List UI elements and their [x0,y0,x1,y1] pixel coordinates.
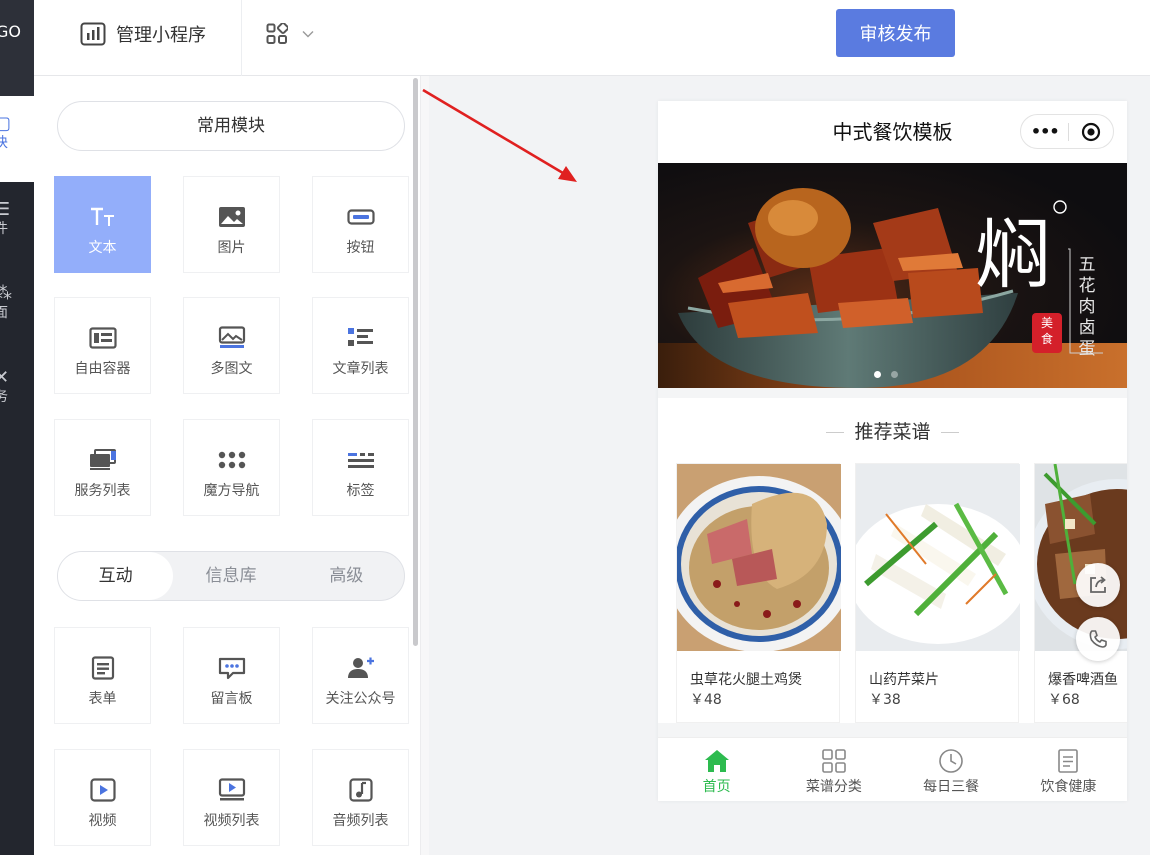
form-icon [91,656,114,680]
clock-icon [939,749,963,773]
recipe-price: ￥38 [869,692,901,708]
rail-item-page[interactable]: ⁂ 面 [0,284,34,322]
carousel-dots [874,371,898,378]
recipe-price: ￥48 [690,692,722,708]
recipe-card[interactable]: 山药芹菜片 ￥38 [855,463,1020,723]
recommended-recipes-title: 推荐菜谱 [658,417,1127,444]
component-icon: ☰ [0,199,11,220]
tabbar-item-daily-meals[interactable]: 每日三餐 [893,738,1010,801]
tab-interactive[interactable]: 互动 [58,552,174,600]
module-tile-video[interactable]: 视频 [54,749,151,846]
tab-advanced[interactable]: 高级 [289,552,404,600]
close-miniprogram-button[interactable] [1069,122,1113,142]
service-list-icon [89,449,116,470]
module-tile-video-list[interactable]: 视频列表 [183,749,280,846]
tabbar-item-home[interactable]: 首页 [658,738,775,801]
top-header: 管理小程序 审核发布 [34,0,1150,76]
record-icon [1082,122,1101,141]
document-icon [1058,749,1079,773]
banner-carousel[interactable]: 焖 五花肉卤蛋 美食 [658,163,1127,388]
audio-list-icon [348,778,373,802]
page-icon: ⁂ [0,284,34,304]
tabbar-item-healthy-diet[interactable]: 饮食健康 [1010,738,1127,801]
app-rail: GO ▢ 块 ☰ 件 ⁂ 面 ✕ 务 [0,0,34,855]
module-tile-form[interactable]: 表单 [54,627,151,724]
video-icon [89,778,116,802]
article-list-icon [347,328,373,346]
text-icon [90,207,114,226]
recipe-name: 爆香啤酒鱼 [1048,672,1118,688]
manage-label: 管理小程序 [116,25,206,46]
grid-icon [266,23,288,44]
module-category-tabs: 互动 信息库 高级 [57,551,405,601]
multi-image-icon [218,326,245,348]
logo: GO [0,0,34,96]
tab-info-library[interactable]: 信息库 [173,552,288,600]
chart-icon [80,22,106,46]
publish-button[interactable]: 审核发布 [836,9,955,57]
button-icon [346,209,375,225]
module-tile-button[interactable]: 按钮 [312,176,409,273]
tag-icon [347,453,374,468]
service-icon: ✕ [0,367,10,388]
recipe-card[interactable]: 虫草花火腿土鸡煲 ￥48 [676,463,841,723]
module-tile-container[interactable]: 自由容器 [54,297,151,394]
more-icon[interactable]: ••• [1021,122,1068,141]
rail-item-component[interactable]: ☰ 件 [0,200,34,238]
home-icon [704,750,729,772]
rail-item-service[interactable]: ✕ 务 [0,368,34,406]
module-tile-image[interactable]: 图片 [183,176,280,273]
recipe-name: 虫草花火腿土鸡煲 [690,672,802,688]
carousel-dot[interactable] [891,371,898,378]
module-tile-text[interactable]: 文本 [54,176,151,273]
message-board-icon [218,657,245,680]
module-panel: 常用模块 文本 图片 按钮 自由容器 多图文 文章列表 服务列表 魔方导航 标签… [34,76,420,855]
preview-tabbar: 首页 菜谱分类 每日三餐 饮食健康 [658,737,1127,801]
module-tile-article-list[interactable]: 文章列表 [312,297,409,394]
banner-stamp: 美食 [1040,316,1053,346]
banner-big-char: 焖 [975,210,1051,299]
banner-image: 焖 [658,163,1127,388]
recipe-price: ￥68 [1048,692,1080,708]
panel-scrollbar[interactable] [413,78,418,646]
header-divider [241,0,242,76]
chevron-down-icon [302,31,314,38]
cube-nav-icon [218,451,245,469]
phone-icon [1089,630,1107,648]
carousel-dot-active[interactable] [874,371,881,378]
module-tile-multi-image[interactable]: 多图文 [183,297,280,394]
image-icon [218,207,245,227]
container-icon [88,327,117,349]
miniprogram-capsule: ••• [1020,114,1114,149]
module-tile-audio-list[interactable]: 音频列表 [312,749,409,846]
recipe-photo [677,464,841,651]
rail-item-module[interactable]: ▢ 块 [0,96,34,182]
module-tile-follow-account[interactable]: 关注公众号 [312,627,409,724]
category-icon [822,749,846,773]
module-tile-service-list[interactable]: 服务列表 [54,419,151,516]
module-tile-cube-nav[interactable]: 魔方导航 [183,419,280,516]
phone-preview: 中式餐饮模板 ••• 焖 五 花 肉 卤 蛋 美 食 推荐菜谱 虫草花火腿土鸡煲… [658,101,1127,801]
manage-miniprogram-link[interactable]: 管理小程序 [80,20,206,48]
recipe-name: 山药芹菜片 [869,672,939,688]
tabbar-item-category[interactable]: 菜谱分类 [775,738,892,801]
recipe-photo [856,464,1020,651]
follow-account-icon [347,657,374,678]
annotation-arrow-icon [422,88,577,182]
module-icon: ▢ [0,113,12,134]
share-icon [1090,576,1106,593]
module-tile-tag[interactable]: 标签 [312,419,409,516]
share-button[interactable] [1076,563,1120,607]
phone-call-button[interactable] [1076,617,1120,661]
common-modules-title: 常用模块 [57,101,405,151]
grid-menu-button[interactable] [266,20,314,48]
module-tile-message-board[interactable]: 留言板 [183,627,280,724]
banner-vertical-text: 五花肉卤蛋 [1078,255,1096,359]
video-list-icon [218,778,245,801]
